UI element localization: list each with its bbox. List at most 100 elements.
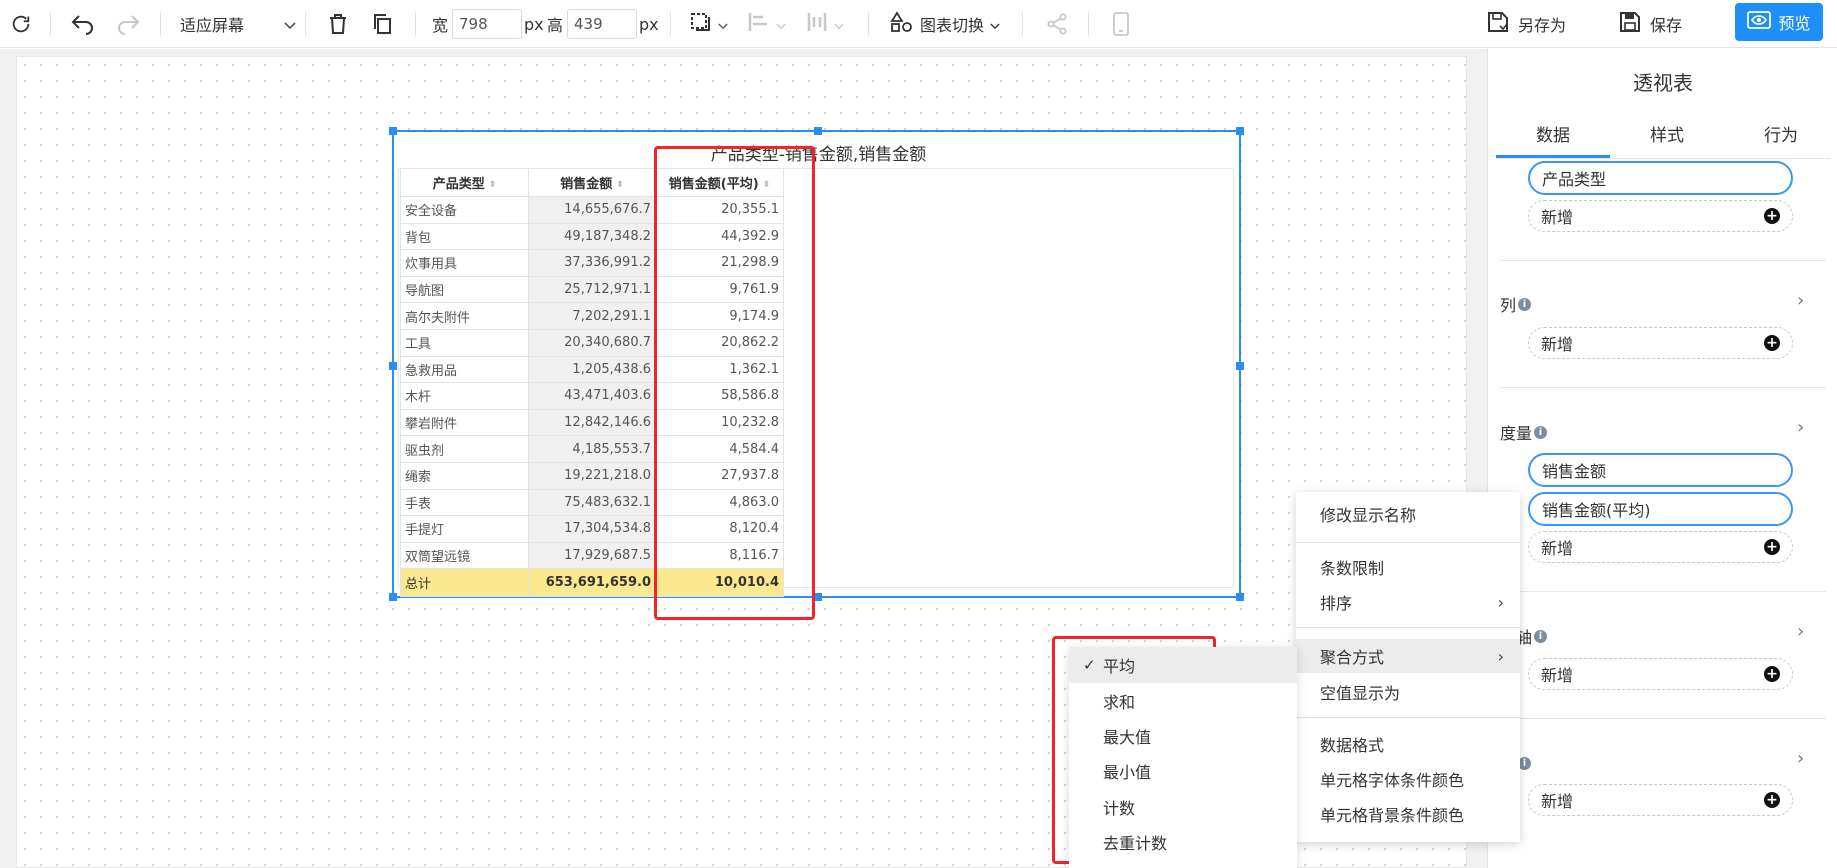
chevron-right-icon[interactable]: › [1797, 290, 1804, 311]
table-cell: 653,691,659.0 [528, 568, 656, 598]
table-cell: 4,185,553.7 [528, 435, 656, 463]
tab-behavior[interactable]: 行为 [1724, 121, 1837, 146]
width-input[interactable] [452, 9, 522, 39]
menu-item-data-format[interactable]: 数据格式 [1296, 727, 1520, 761]
menu-item-font-color[interactable]: 单元格字体条件颜色 [1296, 762, 1520, 796]
add-filter-button[interactable]: 新增 + [1528, 784, 1793, 816]
agg-option-count[interactable]: 计数 [1069, 789, 1297, 825]
save-label: 保存 [1650, 16, 1683, 35]
chevron-right-icon: › [1497, 646, 1504, 666]
table-cell: 75,483,632.1 [528, 488, 656, 517]
add-column-button[interactable]: 新增 + [1528, 327, 1793, 359]
resize-handle[interactable] [389, 362, 397, 370]
resize-handle[interactable] [389, 593, 397, 601]
select-area-button[interactable] [690, 0, 728, 48]
table-cell: 14,655,676.7 [528, 196, 656, 224]
save-icon [1618, 10, 1642, 38]
resize-handle[interactable] [814, 127, 822, 135]
measure-section-label: 度量 i [1500, 420, 1548, 444]
refresh-icon[interactable] [10, 0, 32, 48]
check-icon: ✓ [1083, 656, 1096, 674]
table-cell: 总计 [400, 568, 529, 598]
save-as-icon [1486, 10, 1510, 38]
table-cell: 25,712,971.1 [528, 275, 656, 304]
table-cell: 20,340,680.7 [528, 328, 656, 357]
table-cell: 手表 [400, 488, 529, 517]
highlight-box [654, 146, 815, 620]
plus-icon: + [1764, 208, 1780, 224]
agg-option-max[interactable]: 最大值 [1069, 718, 1297, 754]
resize-handle[interactable] [1236, 127, 1244, 135]
menu-item-bg-color[interactable]: 单元格背景条件颜色 [1296, 797, 1520, 831]
plus-icon: + [1764, 792, 1780, 808]
column-header[interactable]: 产品类型 ⬍ [400, 168, 529, 197]
chart-switch-icon [890, 11, 914, 37]
distribute-button[interactable] [806, 0, 844, 48]
menu-item-aggregation[interactable]: 聚合方式 › [1296, 639, 1520, 673]
agg-option-average[interactable]: ✓ 平均 [1069, 647, 1297, 683]
fit-screen-label: 适应屏幕 [180, 16, 245, 35]
tab-style[interactable]: 样式 [1610, 121, 1724, 146]
table-cell: 43,471,403.6 [528, 382, 656, 410]
chevron-right-icon[interactable]: › [1797, 417, 1804, 438]
agg-option-sum[interactable]: 求和 [1069, 683, 1297, 719]
add-measure-button[interactable]: 新增 + [1528, 531, 1793, 563]
menu-item-rename[interactable]: 修改显示名称 [1296, 497, 1520, 531]
copy-icon[interactable] [372, 0, 392, 48]
table-cell: 驱虫剂 [400, 435, 529, 463]
sort-icon[interactable]: ⬍ [616, 180, 624, 190]
redo-icon[interactable] [115, 0, 141, 48]
chevron-right-icon[interactable]: › [1797, 621, 1804, 642]
align-left-button[interactable] [748, 0, 786, 48]
menu-item-sort[interactable]: 排序 › [1296, 585, 1520, 619]
row-field-pill[interactable]: 产品类型 [1528, 161, 1793, 195]
active-tab-indicator [1496, 155, 1610, 158]
pivot-table-widget[interactable]: 产品类型-销售金额,销售金额 产品类型 ⬍ 销售金额 ⬍ 销售金额(平均) ⬍ 安全设… [389, 127, 1244, 601]
table-cell: 导航图 [400, 275, 529, 304]
resize-handle[interactable] [814, 593, 822, 601]
chevron-down-icon [990, 15, 1000, 34]
align-left-icon [748, 12, 770, 36]
save-as-button[interactable]: 另存为 [1486, 0, 1566, 48]
column-header[interactable]: 销售金额 ⬍ [528, 168, 656, 197]
widget-title: 产品类型-销售金额,销售金额 [710, 145, 927, 165]
column-section-label: 列i [1500, 292, 1532, 316]
add-time-axis-button[interactable]: 新增 + [1528, 658, 1793, 690]
menu-item-limit[interactable]: 条数限制 [1296, 550, 1520, 584]
resize-handle[interactable] [1236, 593, 1244, 601]
resize-handle[interactable] [1236, 362, 1244, 370]
chevron-down-icon [776, 15, 786, 34]
resize-handle[interactable] [389, 127, 397, 135]
tab-data[interactable]: 数据 [1496, 121, 1610, 146]
table-cell: 背包 [400, 222, 529, 251]
menu-item-null-display[interactable]: 空值显示为 [1296, 675, 1520, 709]
sort-icon[interactable]: ⬍ [489, 180, 497, 190]
chevron-down-icon [718, 15, 728, 34]
agg-option-min[interactable]: 最小值 [1069, 753, 1297, 789]
table-cell: 12,842,146.6 [528, 408, 656, 437]
save-button[interactable]: 保存 [1618, 0, 1682, 48]
chevron-right-icon[interactable]: › [1797, 748, 1804, 769]
share-icon[interactable] [1046, 0, 1068, 48]
agg-option-distinct-count[interactable]: 去重计数 [1069, 824, 1297, 860]
chevron-down-icon [284, 15, 296, 34]
chart-switch-label: 图表切换 [920, 16, 985, 35]
table-cell: 炊事用具 [400, 249, 529, 277]
preview-button[interactable]: 预览 [1735, 3, 1823, 41]
undo-icon[interactable] [70, 0, 96, 48]
eye-icon [1747, 10, 1772, 34]
measure-pill[interactable]: 销售金额 [1528, 453, 1793, 487]
fit-screen-select[interactable]: 适应屏幕 [180, 0, 296, 48]
width-label: 宽 [432, 16, 449, 35]
mobile-icon[interactable] [1112, 0, 1130, 48]
delete-icon[interactable] [328, 0, 348, 48]
measure-pill[interactable]: 销售金额(平均) [1528, 492, 1793, 526]
chart-switch-button[interactable]: 图表切换 [890, 0, 1000, 48]
table-cell: 7,202,291.1 [528, 302, 656, 330]
height-input[interactable] [567, 9, 637, 39]
table-cell: 19,221,218.0 [528, 461, 656, 490]
field-context-menu: 修改显示名称 条数限制 排序 › 聚合方式 › 空值显示为 数据格式 单元格字体… [1296, 492, 1520, 842]
table-cell: 49,187,348.2 [528, 222, 656, 251]
table-cell: 双筒望远镜 [400, 541, 529, 570]
add-row-field-button[interactable]: 新增 + [1528, 200, 1793, 232]
